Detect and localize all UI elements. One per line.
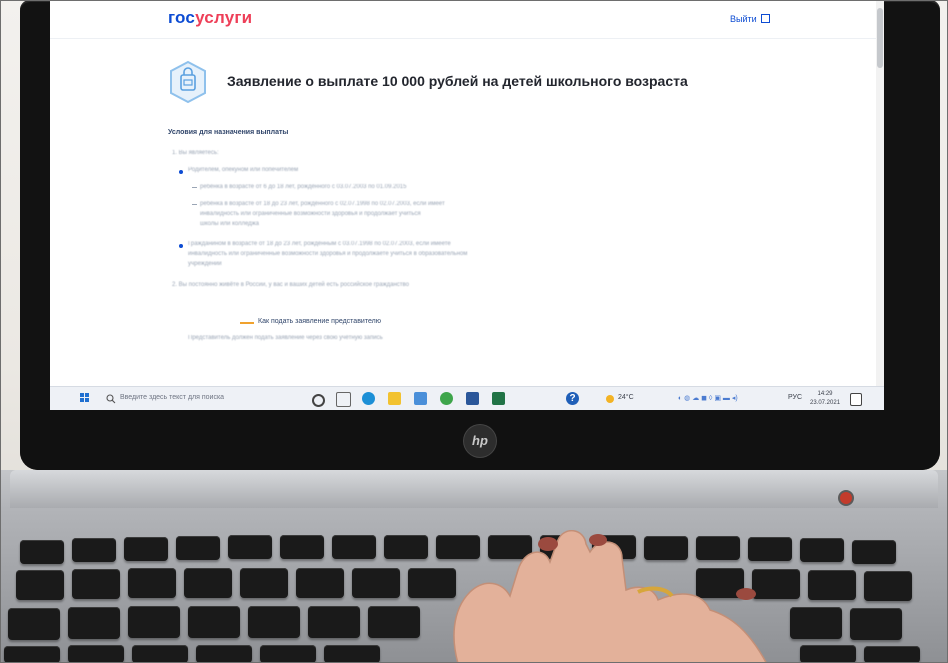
photo: госуслуги Выйти Заявление о выплате 10 0… [0,0,948,663]
photo-border [0,0,948,663]
